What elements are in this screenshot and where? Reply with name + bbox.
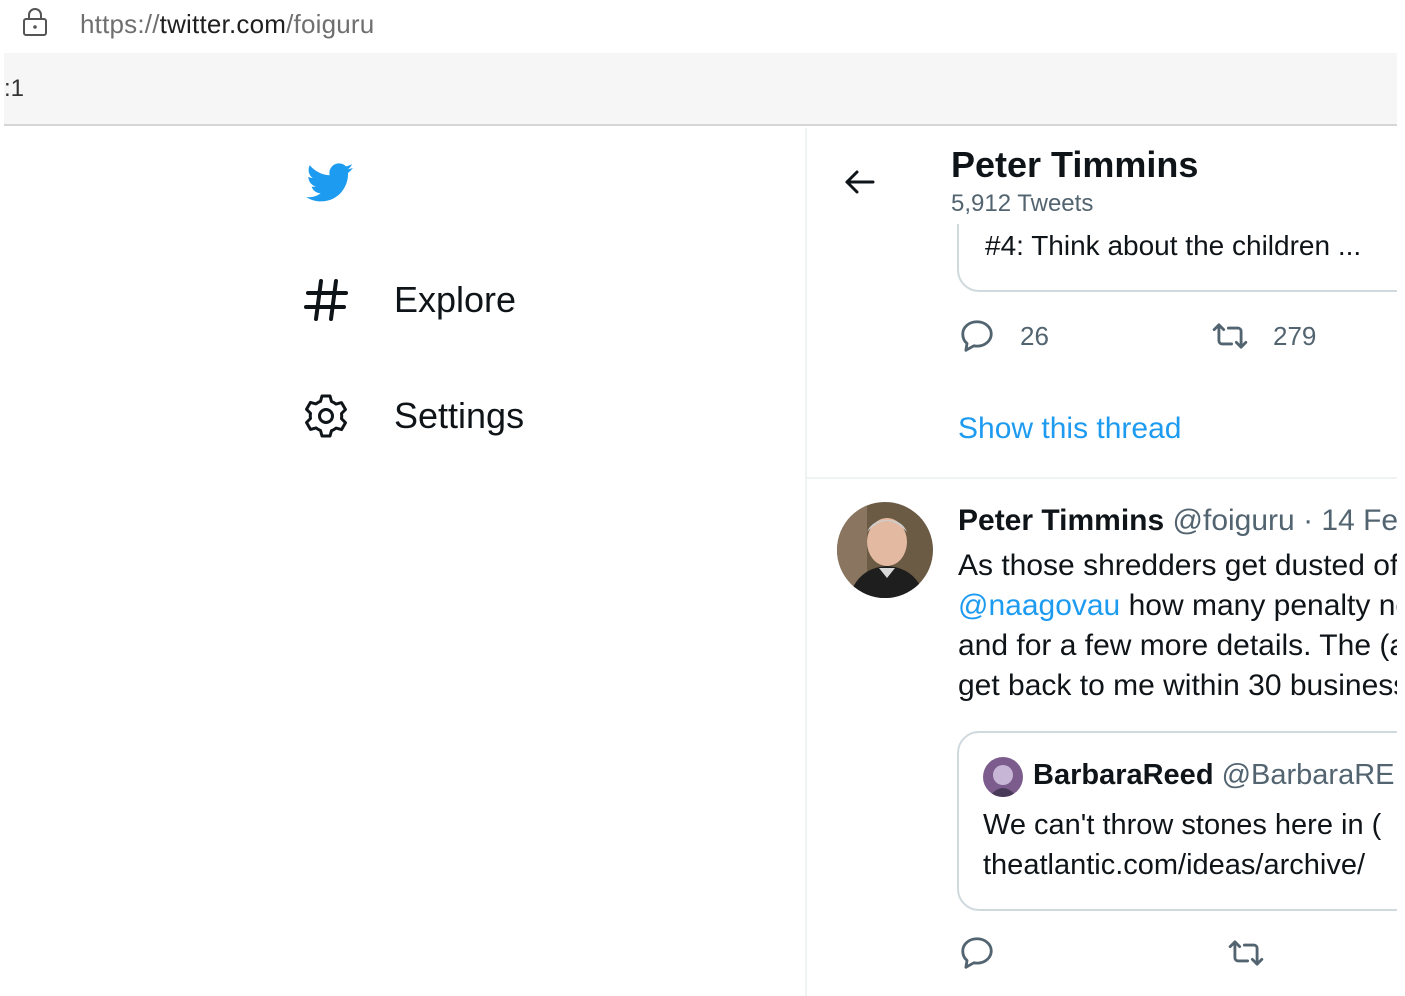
reply-button[interactable]: 26	[958, 317, 1049, 355]
mention-link[interactable]: @naagovau	[958, 589, 1120, 622]
tweet-header: Peter Timmins @foiguru · 14 Feb	[958, 504, 1397, 538]
quote-avatar	[983, 757, 1023, 797]
twitter-bird-icon[interactable]	[302, 158, 358, 206]
tab-fragment: :1	[4, 75, 25, 102]
quote-handle: @BarbaraREI	[1221, 759, 1397, 791]
nav-label-explore: Explore	[394, 279, 517, 320]
tweet-text-line: @naagovau how many penalty no	[958, 586, 1397, 626]
url-host: twitter.com	[159, 9, 287, 39]
left-navigation: Explore Settings	[0, 128, 805, 996]
retweet-icon	[1228, 940, 1264, 966]
tweet-text-line: and for a few more details. The (a	[958, 629, 1397, 662]
avatar[interactable]	[837, 502, 933, 598]
nav-item-settings[interactable]: Settings	[302, 386, 524, 446]
hashtag-icon	[304, 279, 348, 321]
show-thread-link[interactable]: Show this thread	[958, 412, 1181, 446]
retweet-button[interactable]: 279	[1211, 317, 1316, 355]
back-arrow-icon[interactable]	[841, 164, 877, 200]
url-protocol: https://	[80, 9, 160, 39]
nav-item-explore[interactable]: Explore	[302, 270, 516, 330]
tweet-handle[interactable]: @foiguru	[1173, 504, 1295, 537]
url-text[interactable]: https://twitter.com/foiguru	[80, 9, 374, 40]
quoted-tweet-text: #4: Think about the children ...	[985, 230, 1362, 261]
profile-timeline: Peter Timmins 5,912 Tweets #4: Think abo…	[807, 128, 1397, 996]
tweet-divider	[807, 477, 1397, 479]
tweet-text-line: As those shredders get dusted of	[958, 549, 1397, 582]
gear-icon	[305, 394, 347, 438]
browser-address-bar[interactable]: https://twitter.com/foiguru	[0, 0, 1405, 50]
reply-button[interactable]	[958, 934, 996, 972]
quote-author: BarbaraReed	[1033, 759, 1214, 791]
tweet-date[interactable]: 14 Feb	[1321, 504, 1397, 537]
tweet-count: 5,912 Tweets	[951, 190, 1094, 217]
profile-name: Peter Timmins	[951, 144, 1199, 185]
tweet-author[interactable]: Peter Timmins	[958, 504, 1164, 537]
retweet-count: 279	[1273, 320, 1317, 351]
reply-count: 26	[1020, 320, 1049, 351]
quote-header: BarbaraReed @BarbaraREI	[1033, 759, 1397, 792]
browser-tab-strip: :1	[4, 53, 1397, 126]
tweet-text-fragment: how many penalty no	[1128, 589, 1397, 622]
nav-label-settings: Settings	[394, 395, 525, 436]
lock-icon	[23, 8, 47, 36]
quote-text-line: We can't throw stones here in (	[983, 809, 1382, 841]
retweet-icon	[1212, 323, 1248, 349]
retweet-button[interactable]	[1227, 934, 1265, 972]
reply-icon	[961, 320, 993, 352]
tweet-separator: ·	[1294, 504, 1322, 537]
quoted-tweet-card[interactable]: #4: Think about the children ...	[957, 224, 1397, 292]
url-path: /foiguru	[286, 9, 375, 39]
quote-text-line: theatlantic.com/ideas/archive/	[983, 849, 1366, 881]
tweet-text-line: get back to me within 30 business	[958, 669, 1397, 702]
reply-icon	[961, 937, 993, 969]
avatar-photo	[837, 502, 933, 598]
quoted-tweet-card[interactable]: BarbaraReed @BarbaraREI We can't throw s…	[957, 731, 1397, 911]
